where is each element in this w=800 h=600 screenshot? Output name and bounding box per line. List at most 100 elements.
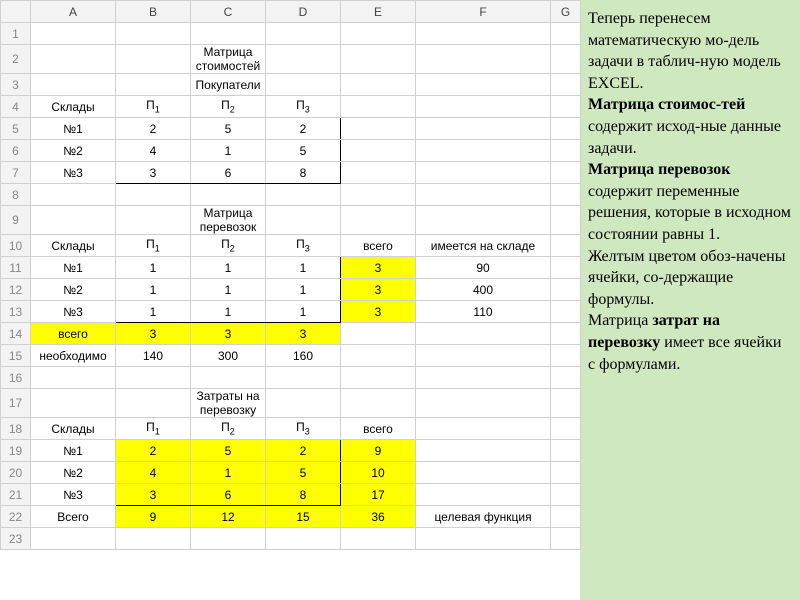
col-header[interactable]: C xyxy=(191,1,266,23)
formula-cell[interactable]: 2 xyxy=(116,440,191,462)
formula-cell[interactable]: 10 xyxy=(341,462,416,484)
formula-cell[interactable]: 6 xyxy=(191,484,266,506)
label-n3[interactable]: №3 xyxy=(31,301,116,323)
row-header[interactable]: 13 xyxy=(1,301,31,323)
label-needed[interactable]: необходимо xyxy=(31,345,116,367)
row-header[interactable]: 19 xyxy=(1,440,31,462)
row-header[interactable]: 20 xyxy=(1,462,31,484)
cell[interactable]: 1 xyxy=(266,279,341,301)
cell[interactable]: 2 xyxy=(266,118,341,140)
row-header[interactable]: 6 xyxy=(1,140,31,162)
label-n1[interactable]: №1 xyxy=(31,118,116,140)
label-total[interactable]: всего xyxy=(31,323,116,345)
label-total[interactable]: всего xyxy=(341,418,416,440)
formula-cell[interactable]: 8 xyxy=(266,484,341,506)
cell[interactable]: 1 xyxy=(266,257,341,279)
label-n3[interactable]: №3 xyxy=(31,484,116,506)
row-header[interactable]: 11 xyxy=(1,257,31,279)
label-n2[interactable]: №2 xyxy=(31,279,116,301)
label-p1[interactable]: П1 xyxy=(116,96,191,118)
formula-cell[interactable]: 15 xyxy=(266,506,341,528)
row-header[interactable]: 9 xyxy=(1,206,31,235)
select-all-corner[interactable] xyxy=(1,1,31,23)
label-p1[interactable]: П1 xyxy=(116,235,191,257)
row-header[interactable]: 14 xyxy=(1,323,31,345)
formula-cell[interactable]: 5 xyxy=(191,440,266,462)
row-header[interactable]: 17 xyxy=(1,389,31,418)
cell[interactable]: 1 xyxy=(191,257,266,279)
formula-cell[interactable]: 4 xyxy=(116,462,191,484)
formula-cell[interactable]: 5 xyxy=(266,462,341,484)
row-header[interactable]: 3 xyxy=(1,74,31,96)
col-header[interactable]: B xyxy=(116,1,191,23)
formula-cell[interactable]: 3 xyxy=(341,301,416,323)
row-header[interactable]: 2 xyxy=(1,45,31,74)
row-header[interactable]: 1 xyxy=(1,23,31,45)
cell[interactable]: 1 xyxy=(116,279,191,301)
formula-cell[interactable]: 3 xyxy=(341,257,416,279)
row-header[interactable]: 5 xyxy=(1,118,31,140)
formula-cell[interactable]: 3 xyxy=(191,323,266,345)
cell[interactable]: 140 xyxy=(116,345,191,367)
label-in-stock[interactable]: имеется на складе xyxy=(416,235,551,257)
row-header[interactable]: 12 xyxy=(1,279,31,301)
title-expense-matrix[interactable]: Затраты на перевозку xyxy=(191,389,266,418)
title-buyers[interactable]: Покупатели xyxy=(191,74,266,96)
cell[interactable]: 90 xyxy=(416,257,551,279)
label-p2[interactable]: П2 xyxy=(191,235,266,257)
col-header[interactable]: D xyxy=(266,1,341,23)
label-p1[interactable]: П1 xyxy=(116,418,191,440)
cell[interactable]: 1 xyxy=(191,301,266,323)
formula-cell-grand-total[interactable]: 36 xyxy=(341,506,416,528)
formula-cell[interactable]: 12 xyxy=(191,506,266,528)
cell[interactable]: 8 xyxy=(266,162,341,184)
formula-cell[interactable]: 9 xyxy=(116,506,191,528)
spreadsheet-grid[interactable]: A B C D E F G 1 2Матрица стоимостей 3Пок… xyxy=(0,0,581,550)
cell[interactable]: 1 xyxy=(191,279,266,301)
label-p3[interactable]: П3 xyxy=(266,418,341,440)
row-header[interactable]: 8 xyxy=(1,184,31,206)
label-n3[interactable]: №3 xyxy=(31,162,116,184)
row-header[interactable]: 23 xyxy=(1,528,31,550)
formula-cell[interactable]: 9 xyxy=(341,440,416,462)
cell[interactable]: 4 xyxy=(116,140,191,162)
label-total[interactable]: всего xyxy=(341,235,416,257)
row-header[interactable]: 15 xyxy=(1,345,31,367)
cell[interactable]: 400 xyxy=(416,279,551,301)
label-p2[interactable]: П2 xyxy=(191,418,266,440)
cell[interactable]: 2 xyxy=(116,118,191,140)
row-header[interactable]: 16 xyxy=(1,367,31,389)
label-total-cap[interactable]: Всего xyxy=(31,506,116,528)
label-n1[interactable]: №1 xyxy=(31,440,116,462)
row-header[interactable]: 7 xyxy=(1,162,31,184)
title-cost-matrix[interactable]: Матрица стоимостей xyxy=(191,45,266,74)
cell[interactable]: 110 xyxy=(416,301,551,323)
row-header[interactable]: 22 xyxy=(1,506,31,528)
col-header[interactable]: E xyxy=(341,1,416,23)
label-p3[interactable]: П3 xyxy=(266,235,341,257)
label-warehouses[interactable]: Склады xyxy=(31,96,116,118)
col-header[interactable]: A xyxy=(31,1,116,23)
label-warehouses[interactable]: Склады xyxy=(31,235,116,257)
row-header[interactable]: 21 xyxy=(1,484,31,506)
cell[interactable]: 1 xyxy=(116,301,191,323)
label-warehouses[interactable]: Склады xyxy=(31,418,116,440)
row-header[interactable]: 4 xyxy=(1,96,31,118)
cell[interactable]: 160 xyxy=(266,345,341,367)
row-header[interactable]: 18 xyxy=(1,418,31,440)
formula-cell[interactable]: 1 xyxy=(191,462,266,484)
label-n1[interactable]: №1 xyxy=(31,257,116,279)
row-header[interactable]: 10 xyxy=(1,235,31,257)
cell[interactable]: 5 xyxy=(266,140,341,162)
cell[interactable]: 1 xyxy=(116,257,191,279)
label-p3[interactable]: П3 xyxy=(266,96,341,118)
formula-cell[interactable]: 3 xyxy=(266,323,341,345)
cell[interactable]: 5 xyxy=(191,118,266,140)
cell[interactable]: 6 xyxy=(191,162,266,184)
title-transport-matrix[interactable]: Матрица перевозок xyxy=(191,206,266,235)
cell[interactable]: 1 xyxy=(266,301,341,323)
label-n2[interactable]: №2 xyxy=(31,140,116,162)
formula-cell[interactable]: 3 xyxy=(341,279,416,301)
col-header[interactable]: G xyxy=(551,1,581,23)
label-objective[interactable]: целевая функция xyxy=(416,506,551,528)
